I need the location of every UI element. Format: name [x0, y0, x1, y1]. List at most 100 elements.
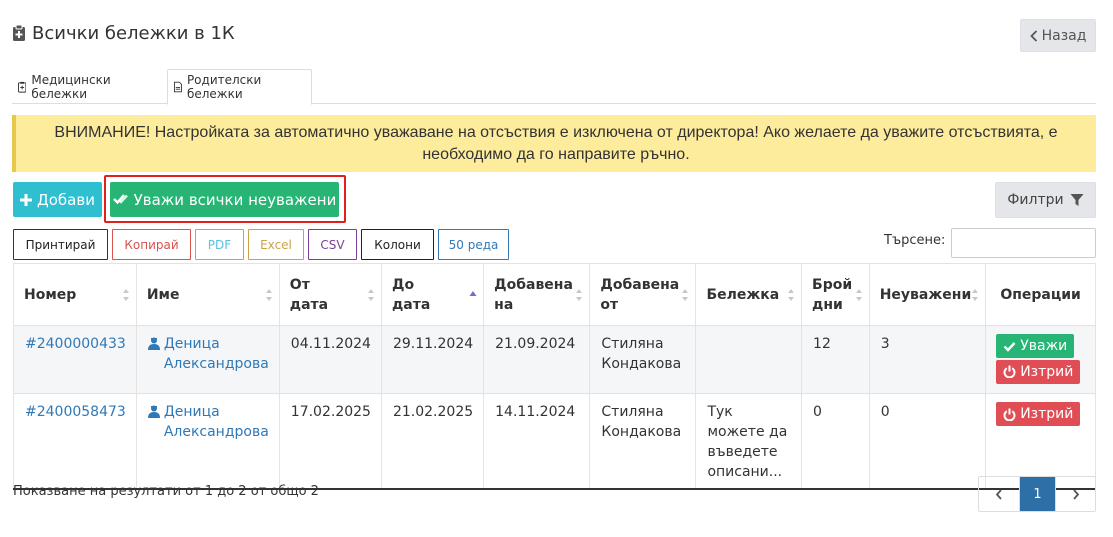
excel-button[interactable]: Excel — [248, 229, 304, 260]
chevron-right-icon — [1072, 488, 1079, 500]
delete-label: Изтрий — [1020, 406, 1074, 422]
cell-days: 12 — [801, 325, 870, 394]
col-added-by[interactable]: Добавена от — [589, 263, 697, 326]
student-name-link[interactable]: Деница Александрова — [164, 402, 269, 442]
add-button[interactable]: Добави — [13, 182, 102, 217]
excuse-button[interactable]: Уважи — [996, 334, 1075, 358]
col-added-on[interactable]: Добавена на — [483, 263, 591, 326]
cell-operations: Уважи Изтрий — [985, 325, 1096, 394]
next-page-button[interactable] — [1055, 477, 1095, 511]
table-header-row: Номер Име От дата До дата Добавена на До… — [13, 263, 1096, 326]
col-label: Номер — [24, 286, 77, 303]
cell-added-by: Стиляна Кондакова — [589, 325, 697, 394]
tab-parent-notes[interactable]: Родителски бележки — [167, 69, 312, 105]
cell-name: Деница Александрова — [135, 393, 280, 490]
sort-icon — [576, 288, 583, 301]
excuse-all-button[interactable]: Уважи всички неуважени — [110, 182, 339, 217]
prev-page-button[interactable] — [979, 477, 1019, 511]
col-label: Име — [146, 286, 180, 303]
filters-label: Филтри — [1007, 192, 1064, 208]
double-check-icon — [112, 194, 128, 205]
note-number-link[interactable]: #2400058473 — [25, 404, 126, 420]
cell-from: 04.11.2024 — [278, 325, 382, 394]
col-label: До дата — [391, 276, 431, 313]
clipboard-icon — [13, 24, 25, 41]
delete-label: Изтрий — [1020, 363, 1074, 380]
page-length-label: 50 реда — [448, 237, 499, 252]
alert-text: ВНИМАНИЕ! Настройката за автоматично ува… — [54, 123, 1058, 163]
plus-icon — [20, 193, 33, 206]
page-button[interactable]: 1 — [1019, 477, 1055, 511]
tab-label: Медицински бележки — [31, 72, 111, 101]
sort-icon — [122, 288, 129, 301]
excel-label: Excel — [260, 237, 292, 252]
cell-note — [695, 325, 803, 394]
excuse-all-label: Уважи всички неуважени — [133, 190, 337, 209]
filters-button[interactable]: Филтри — [995, 182, 1096, 218]
cell-added-by: Стиляна Кондакова — [589, 393, 697, 490]
pdf-label: PDF — [207, 237, 232, 252]
delete-button[interactable]: Изтрий — [996, 402, 1081, 426]
col-label: От дата — [289, 276, 329, 313]
page-title: Всички бележки в 1К — [12, 20, 235, 46]
chevron-left-icon — [1029, 29, 1037, 42]
copy-button[interactable]: Копирай — [112, 229, 191, 260]
user-icon — [147, 337, 160, 350]
print-button[interactable]: Принтирай — [13, 229, 108, 260]
cell-to: 29.11.2024 — [380, 325, 485, 394]
back-button[interactable]: Назад — [1020, 19, 1096, 52]
note-number-link[interactable]: #2400000433 — [25, 336, 126, 352]
col-note[interactable]: Бележка — [695, 263, 803, 326]
add-button-label: Добави — [37, 190, 95, 209]
tab-medical-notes[interactable]: Медицински бележки — [12, 69, 166, 104]
back-button-label: Назад — [1041, 27, 1087, 44]
cell-note: Тук можете да въведете описани... — [695, 393, 803, 490]
pdf-button[interactable]: PDF — [195, 229, 244, 260]
col-to-date[interactable]: До дата — [381, 263, 485, 326]
sort-icon — [367, 288, 374, 301]
sort-icon — [855, 288, 862, 301]
csv-button[interactable]: CSV — [308, 229, 357, 260]
col-label: Операции — [1000, 286, 1081, 303]
cell-operations: Изтрий — [985, 393, 1096, 490]
sort-icon — [265, 288, 272, 301]
cell-number[interactable]: #2400000433 — [13, 325, 137, 394]
sort-icon — [682, 288, 689, 301]
notes-table: Номер Име От дата До дата Добавена на До… — [13, 263, 1096, 490]
power-icon — [1003, 408, 1016, 421]
search-label: Търсене: — [884, 233, 946, 248]
cell-days: 0 — [801, 393, 870, 490]
check-icon — [1003, 341, 1016, 352]
col-from-date[interactable]: От дата — [279, 263, 382, 326]
tab-label: Родителски бележки — [186, 73, 262, 101]
page-length-button[interactable]: 50 реда — [438, 229, 509, 260]
cell-name: Деница Александрова — [135, 325, 280, 394]
results-info: Показване на резултати от 1 до 2 от общо… — [13, 484, 319, 499]
cell-added-on: 21.09.2024 — [483, 325, 591, 394]
col-name[interactable]: Име — [136, 263, 280, 326]
col-unexcused[interactable]: Неуважени — [869, 263, 987, 326]
cell-from: 17.02.2025 — [278, 393, 382, 490]
print-label: Принтирай — [25, 237, 96, 252]
power-icon — [1003, 365, 1016, 378]
pagination: 1 — [978, 476, 1096, 512]
col-number[interactable]: Номер — [13, 263, 137, 326]
col-label: Добавена от — [600, 276, 680, 313]
sort-icon — [972, 288, 979, 301]
col-label: Брой дни — [812, 276, 853, 313]
cell-added-on: 14.11.2024 — [483, 393, 591, 490]
student-name-link[interactable]: Деница Александрова — [164, 334, 269, 374]
document-icon — [174, 81, 182, 93]
table-row: #2400058473 Деница Александрова 17.02.20… — [13, 393, 1096, 490]
columns-label: Колони — [374, 237, 421, 252]
col-days[interactable]: Брой дни — [801, 263, 870, 326]
warning-alert: ВНИМАНИЕ! Настройката за автоматично ува… — [12, 115, 1096, 172]
sort-asc-icon — [469, 290, 477, 296]
medical-note-icon — [18, 81, 27, 93]
delete-button[interactable]: Изтрий — [996, 359, 1081, 384]
cell-number[interactable]: #2400058473 — [13, 393, 137, 490]
columns-button[interactable]: Колони — [361, 229, 434, 260]
sort-icon — [788, 288, 795, 301]
search-input[interactable] — [951, 228, 1096, 258]
cell-unexcused: 0 — [868, 393, 987, 490]
